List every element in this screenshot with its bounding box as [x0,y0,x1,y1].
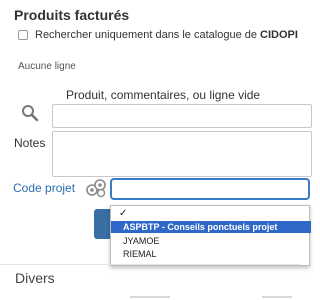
code-projet-label: Code projet [13,181,76,195]
section-divider [0,264,300,265]
catalog-only-label-prefix: Rechercher uniquement dans le catalogue … [35,29,261,41]
notes-textarea[interactable] [52,131,312,177]
catalog-only-label: Rechercher uniquement dans le catalogue … [35,29,298,41]
partial-text-fragment [130,296,170,298]
dropdown-option-aspbtp[interactable]: ASPBTP - Conseils ponctuels projet [111,221,311,233]
catalog-only-label-company: CIDOPI [260,29,298,41]
section-title: Produits facturés [14,7,130,23]
notes-label: Notes [14,136,46,150]
partial-text-fragment [262,296,292,298]
product-label: Produit, commentaires, ou ligne vide [66,88,261,102]
product-input[interactable] [52,104,312,128]
no-line-text: Aucune ligne [18,61,76,72]
dropdown-option-jyamoe[interactable]: JYAMOE [123,235,159,247]
code-projet-dropdown: ✓ ASPBTP - Conseils ponctuels projet JYA… [110,205,311,266]
code-projet-select[interactable] [110,178,310,200]
project-structure-icon[interactable] [85,178,107,198]
catalog-search-option[interactable]: Rechercher uniquement dans le catalogue … [18,29,298,41]
checkmark-icon: ✓ [119,208,128,219]
dropdown-option-riemal[interactable]: RIEMAL [123,248,157,260]
search-icon[interactable] [21,104,39,122]
catalog-only-checkbox[interactable] [18,30,28,40]
divers-section-title: Divers [15,270,55,286]
